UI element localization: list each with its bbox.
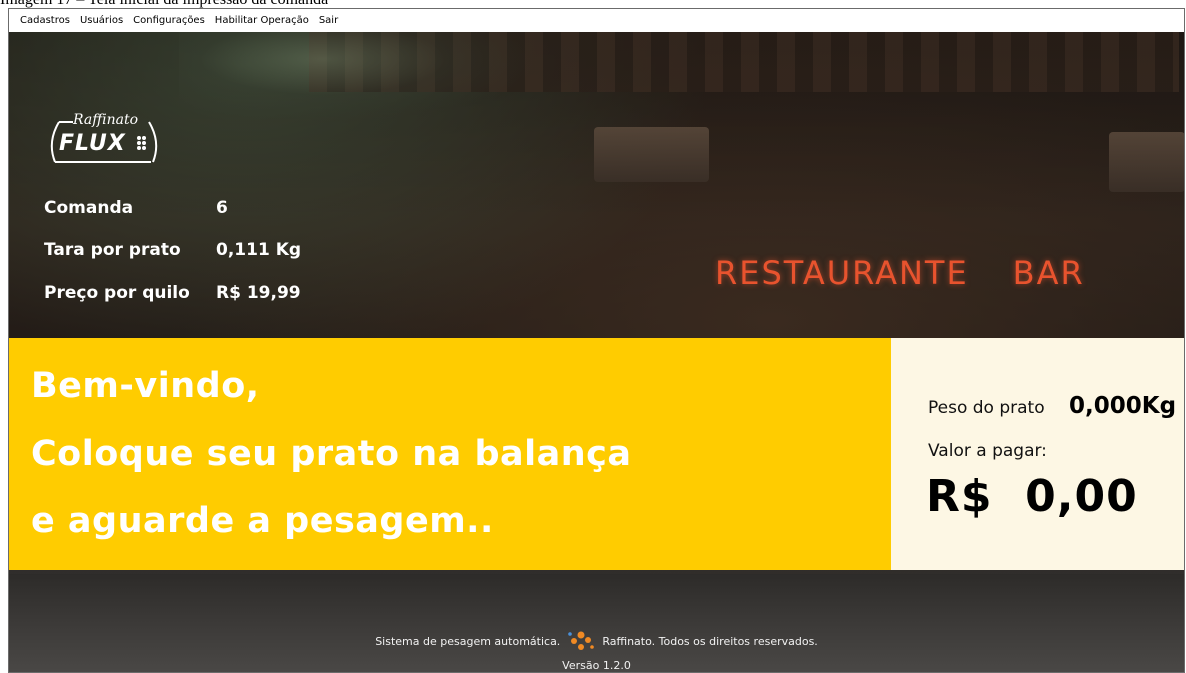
menu-bar: Cadastros Usuários Configurações Habilit… — [9, 9, 1184, 32]
background-tree — [179, 32, 539, 122]
logo-script-text: Raffinato — [73, 112, 139, 128]
tara-value: 0,111 Kg — [216, 240, 302, 260]
menu-sair[interactable]: Sair — [314, 15, 343, 26]
welcome-banner: Bem-vindo, Coloque seu prato na balança … — [9, 338, 891, 570]
menu-cadastros[interactable]: Cadastros — [15, 15, 75, 26]
menu-usuarios[interactable]: Usuários — [75, 15, 128, 26]
valor-value: R$ 0,00 — [926, 471, 1138, 522]
footer-left-text: Sistema de pesagem automática. — [375, 634, 561, 648]
caption-text: Imagem 17 – Tela inicial da impressão da… — [0, 0, 328, 8]
footer-right-text: Raffinato. Todos os direitos reservados. — [602, 634, 818, 648]
logo-word-text: FLUX — [59, 131, 126, 156]
tara-label: Tara por prato — [44, 240, 181, 260]
background-lamp — [594, 127, 709, 182]
background-photo: RESTAURANTE BAR Raffinato FLUX Comanda 6 — [9, 32, 1184, 672]
peso-value: 0,000Kg — [1069, 393, 1177, 419]
comanda-label: Comanda — [44, 198, 134, 218]
valor-label: Valor a pagar: — [928, 441, 1047, 461]
app-window: Cadastros Usuários Configurações Habilit… — [8, 8, 1185, 673]
welcome-line-2: Coloque seu prato na balança — [31, 434, 632, 474]
sign-word-restaurante: RESTAURANTE — [715, 254, 969, 292]
preco-value: R$ 19,99 — [216, 283, 301, 303]
welcome-line-3: e aguarde a pesagem.. — [31, 501, 494, 541]
raffinato-flux-logo: Raffinato FLUX — [43, 110, 173, 172]
menu-configuracoes[interactable]: Configurações — [128, 15, 210, 26]
weight-panel: Peso do prato 0,000Kg Valor a pagar: R$ … — [891, 338, 1184, 570]
sign-word-bar: BAR — [1012, 254, 1085, 292]
raffinato-mark-icon — [568, 631, 595, 650]
version-text: Versão 1.2.0 — [562, 659, 631, 672]
comanda-value: 6 — [216, 198, 228, 218]
welcome-line-1: Bem-vindo, — [31, 366, 260, 406]
preco-label: Preço por quilo — [44, 283, 190, 303]
footer: Sistema de pesagem automática. Raffinato… — [9, 630, 1184, 652]
restaurant-neon-sign: RESTAURANTE BAR — [715, 254, 1085, 292]
background-lamp — [1109, 132, 1184, 192]
figure-caption: Imagem 17 – Tela inicial da impressão da… — [0, 0, 1186, 8]
peso-label: Peso do prato — [928, 398, 1045, 418]
menu-habilitar-operacao[interactable]: Habilitar Operação — [210, 15, 314, 26]
